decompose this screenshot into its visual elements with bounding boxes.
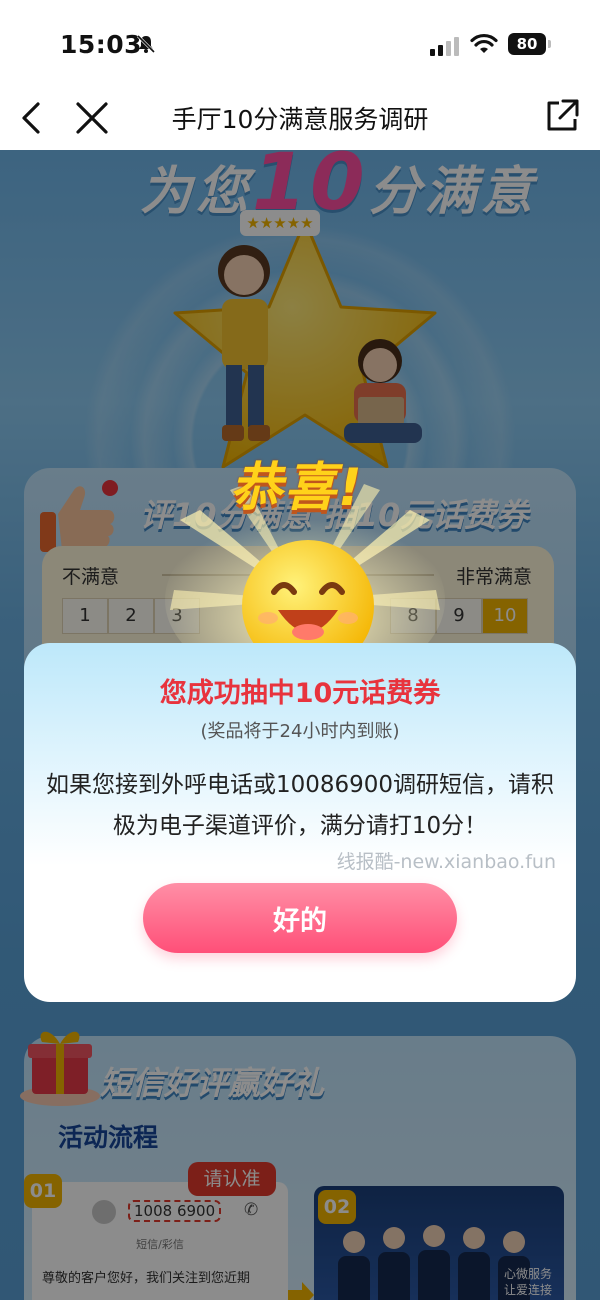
congrats-title: 恭喜! <box>230 458 364 518</box>
status-time: 15:03 <box>60 30 143 59</box>
back-icon[interactable] <box>16 98 46 138</box>
status-bar: 15:03 80 <box>0 0 600 86</box>
close-icon[interactable] <box>74 100 110 136</box>
dialog-title: 您成功抽中10元话费券 <box>159 678 441 709</box>
wifi-icon <box>470 33 498 53</box>
battery-level: 80 <box>508 33 546 55</box>
prize-dialog: 您成功抽中10元话费券 (奖品将于24小时内到账) 如果您接到外呼电话或1008… <box>24 643 576 1002</box>
watermark-text: 线报酷-new.xianbao.fun <box>336 851 556 873</box>
nav-bar: 手厅10分满意服务调研 <box>0 86 600 150</box>
signal-icon <box>430 37 459 56</box>
share-icon[interactable] <box>544 98 580 134</box>
battery-icon: 80 <box>508 33 552 55</box>
page-title: 手厅10分满意服务调研 <box>171 105 429 134</box>
ok-button[interactable]: 好的 <box>143 883 457 953</box>
bell-muted-icon <box>136 34 156 54</box>
dialog-body: 如果您接到外呼电话或10086900调研短信，请积极为电子渠道评价，满分请打10… <box>45 772 555 839</box>
dialog-subtitle: (奖品将于24小时内到账) <box>200 721 400 742</box>
